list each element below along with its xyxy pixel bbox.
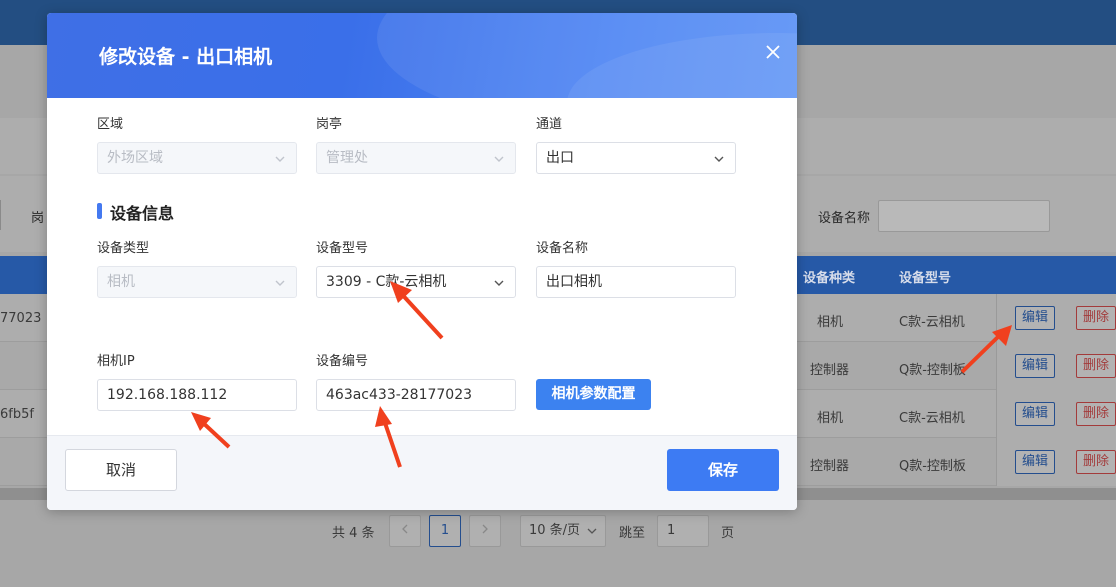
pager-size-value: 10 条/页: [529, 523, 581, 538]
channel-value: 出口: [546, 150, 574, 166]
booth-select[interactable]: 管理处: [316, 142, 516, 174]
chevron-down-icon: [714, 156, 724, 162]
pager-page-unit: 页: [721, 526, 735, 541]
camera-ip-input[interactable]: 192.168.188.112: [97, 379, 297, 411]
device-type-select[interactable]: 相机: [97, 266, 297, 298]
device-model-label: 设备型号: [316, 241, 369, 256]
pager-jump-label: 跳至: [619, 526, 646, 541]
close-icon: [766, 45, 780, 59]
delete-button[interactable]: 删除: [1076, 450, 1116, 474]
pager-total: 共 4 条: [332, 526, 375, 541]
edit-button[interactable]: 编辑: [1015, 402, 1055, 426]
chevron-right-icon: [482, 524, 488, 534]
area-value: 外场区域: [107, 150, 163, 166]
device-name-label: 设备名称: [536, 241, 589, 256]
pager-size-select[interactable]: 10 条/页: [520, 515, 606, 547]
section-title: 设备信息: [110, 204, 175, 223]
device-model-value: 3309 - C款-云相机: [326, 274, 447, 290]
close-button[interactable]: [763, 42, 783, 62]
cell-kind: 控制器: [810, 363, 850, 378]
pager-current-page[interactable]: 1: [429, 515, 461, 547]
filter-label-booth: 岗: [31, 211, 45, 226]
save-button[interactable]: 保存: [667, 449, 779, 491]
booth-label: 岗亭: [316, 117, 343, 132]
device-name-value: 出口相机: [546, 274, 602, 290]
cell-model: Q款-控制板: [899, 459, 966, 474]
th-device-kind: 设备种类: [803, 271, 856, 286]
device-model-select[interactable]: 3309 - C款-云相机: [316, 266, 516, 298]
delete-button[interactable]: 删除: [1076, 402, 1116, 426]
camera-ip-value: 192.168.188.112: [107, 387, 228, 403]
cell-kind: 相机: [817, 411, 844, 426]
chevron-down-icon: [275, 280, 285, 286]
device-type-value: 相机: [107, 274, 135, 290]
channel-select[interactable]: 出口: [536, 142, 736, 174]
edit-device-modal: 修改设备 - 出口相机 区域 外场区域 岗亭 管理处 通道 出口 设备信息 设备…: [47, 13, 797, 510]
area-select[interactable]: 外场区域: [97, 142, 297, 174]
camera-config-button[interactable]: 相机参数配置: [536, 379, 651, 410]
cell-id: 77023: [0, 311, 42, 326]
device-sn-input[interactable]: 463ac433-28177023: [316, 379, 516, 411]
modal-footer: 取消 保存: [47, 435, 797, 510]
filter-separator: [0, 200, 1, 230]
filter-label-device-name: 设备名称: [818, 211, 871, 226]
cell-kind: 相机: [817, 315, 844, 330]
filter-device-name-input[interactable]: [878, 200, 1050, 232]
cell-model: C款-云相机: [899, 315, 965, 330]
camera-ip-label: 相机IP: [97, 354, 135, 369]
chevron-down-icon: [494, 280, 504, 286]
modal-title: 修改设备 - 出口相机: [99, 46, 273, 68]
pager-next-button[interactable]: [469, 515, 501, 547]
device-name-input[interactable]: 出口相机: [536, 266, 736, 298]
chevron-down-icon: [275, 156, 285, 162]
modal-header: 修改设备 - 出口相机: [47, 13, 797, 98]
device-sn-label: 设备编号: [316, 354, 369, 369]
modal-body: 区域 外场区域 岗亭 管理处 通道 出口 设备信息 设备类型 相机 设备型号 3…: [47, 98, 797, 435]
cell-model: C款-云相机: [899, 411, 965, 426]
delete-button[interactable]: 删除: [1076, 306, 1116, 330]
chevron-left-icon: [402, 524, 408, 534]
device-type-label: 设备类型: [97, 241, 150, 256]
channel-label: 通道: [536, 117, 563, 132]
edit-button[interactable]: 编辑: [1015, 354, 1055, 378]
th-device-model: 设备型号: [899, 271, 952, 286]
delete-button[interactable]: 删除: [1076, 354, 1116, 378]
chevron-down-icon: [494, 156, 504, 162]
device-sn-value: 463ac433-28177023: [326, 387, 473, 403]
edit-button[interactable]: 编辑: [1015, 450, 1055, 474]
pager-jump-input[interactable]: 1: [657, 515, 709, 547]
chevron-down-icon: [587, 528, 597, 534]
cell-kind: 控制器: [810, 459, 850, 474]
cell-id: 6fb5f: [0, 407, 34, 422]
edit-button[interactable]: 编辑: [1015, 306, 1055, 330]
area-label: 区域: [97, 117, 124, 132]
cancel-button[interactable]: 取消: [65, 449, 177, 491]
section-marker: [97, 203, 102, 219]
pager-prev-button[interactable]: [389, 515, 421, 547]
booth-value: 管理处: [326, 150, 368, 166]
cell-model: Q款-控制板: [899, 363, 966, 378]
